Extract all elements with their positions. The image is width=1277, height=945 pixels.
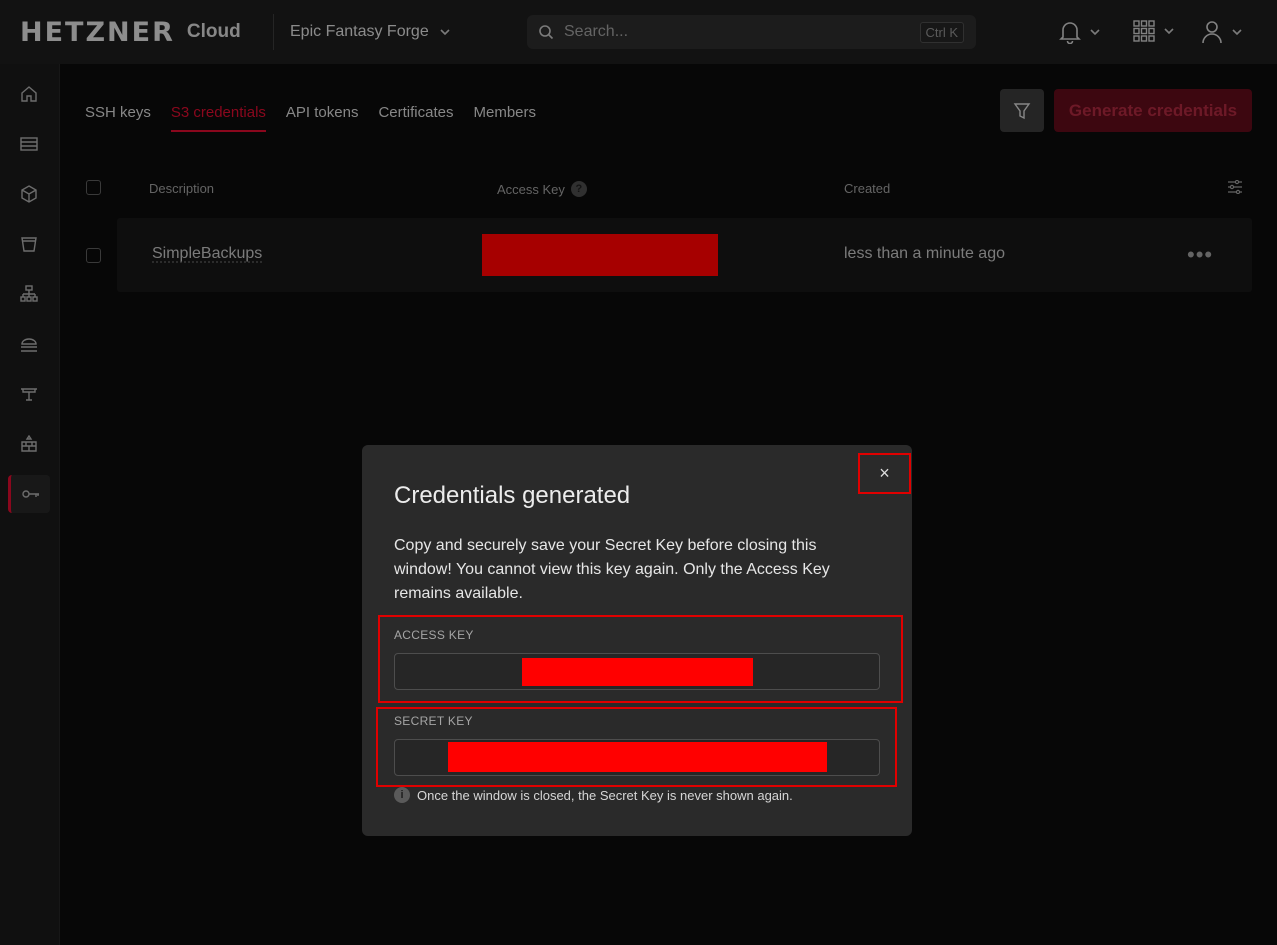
close-button[interactable]: × (858, 453, 911, 494)
note-text: Once the window is closed, the Secret Ke… (417, 787, 793, 803)
access-key-label: ACCESS KEY (394, 628, 474, 642)
modal-message: Copy and securely save your Secret Key b… (394, 537, 830, 602)
info-icon: i (394, 787, 410, 803)
modal-title: Credentials generated (394, 482, 631, 509)
secret-key-value-redacted (448, 742, 827, 772)
secret-key-label: SECRET KEY (394, 714, 473, 728)
secret-key-note: i Once the window is closed, the Secret … (394, 787, 793, 803)
close-icon: × (879, 463, 890, 483)
access-key-value-redacted (522, 658, 753, 686)
credentials-modal: × Credentials generated Copy and securel… (362, 445, 912, 836)
